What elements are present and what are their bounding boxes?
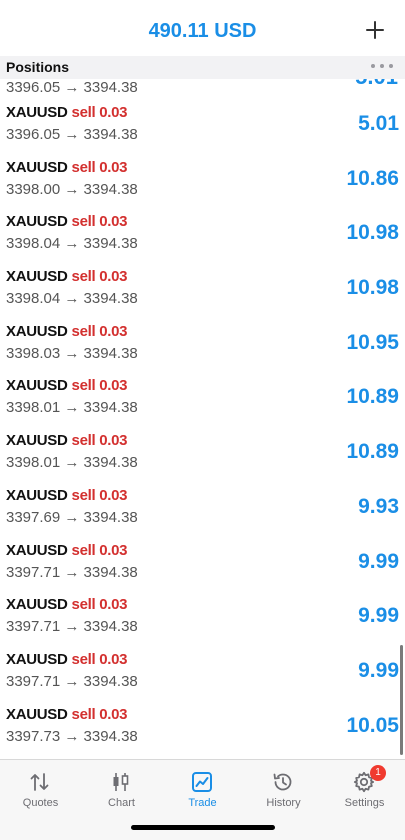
position-side-volume: sell 0.03 (71, 650, 128, 668)
position-profit: 10.89 (346, 440, 399, 464)
position-side-volume: sell 0.03 (71, 432, 128, 450)
position-symbol: XAUUSD (6, 377, 68, 395)
position-side-volume: sell 0.03 (71, 268, 128, 286)
list-item[interactable]: XAUUSD sell 0.03 3398.01 → 3394.38 10.89 (0, 427, 405, 482)
position-side-volume: sell 0.03 (71, 486, 128, 504)
position-profit: 10.98 (346, 276, 399, 300)
top-bar: 490.11 USD (0, 0, 405, 56)
position-symbol: XAUUSD (6, 705, 68, 723)
list-item[interactable]: XAUUSD sell 0.03 3397.69 → 3394.38 9.93 (0, 482, 405, 537)
open-current-price: 3398.04 → 3394.38 (6, 235, 138, 253)
open-current-price: 3397.73 → 3394.38 (6, 727, 138, 745)
position-profit: 10.95 (346, 330, 399, 354)
tab-label: History (266, 797, 301, 809)
notification-badge: 1 (370, 765, 386, 781)
list-item[interactable]: XAUUSD sell 0.03 3398.01 → 3394.38 10.89 (0, 372, 405, 427)
open-current-price: 3398.04 → 3394.38 (6, 290, 138, 308)
position-profit: 5.01 (355, 79, 398, 90)
position-symbol: XAUUSD (6, 486, 68, 504)
tab-label: Trade (188, 797, 217, 809)
position-symbol: XAUUSD (6, 213, 68, 231)
trade-screen: 490.11 USD Positions 3396.05 → 3394.38 5… (0, 0, 405, 840)
position-profit: 10.98 (346, 221, 399, 245)
open-current-price: 3396.05 → 3394.38 (6, 126, 138, 143)
list-item[interactable]: XAUUSD sell 0.03 3397.71 → 3394.38 9.99 (0, 537, 405, 592)
trade-chart-icon (192, 772, 212, 792)
position-side-volume: sell 0.03 (71, 377, 128, 395)
list-item[interactable]: XAUUSD sell 0.03 3397.73 → 3394.38 10.05 (0, 701, 405, 756)
account-balance: 490.11 USD (148, 20, 257, 42)
position-profit: 10.86 (346, 166, 399, 190)
tab-label: Chart (108, 797, 135, 809)
positions-section-header: Positions (0, 56, 405, 79)
quotes-arrows-icon (30, 773, 49, 791)
add-position-button[interactable] (363, 18, 387, 42)
position-side-volume: sell 0.03 (71, 541, 128, 559)
tab-quotes[interactable]: Quotes (0, 760, 81, 818)
list-item[interactable]: XAUUSD sell 0.03 3397.71 → 3394.38 9.99 (0, 646, 405, 701)
position-profit: 9.93 (358, 494, 399, 518)
open-current-price: 3398.01 → 3394.38 (6, 454, 138, 472)
open-current-price: 3397.71 → 3394.38 (6, 618, 138, 636)
tab-label: Settings (344, 797, 385, 809)
list-item[interactable]: XAUUSD sell 0.03 3398.04 → 3394.38 10.98 (0, 208, 405, 263)
position-side-volume: sell 0.03 (71, 705, 128, 723)
open-current-price: 3398.01 → 3394.38 (6, 399, 138, 417)
list-item[interactable]: 3396.05 → 3394.38 5.01 (0, 79, 405, 99)
history-clock-icon (273, 773, 292, 791)
scrollbar-thumb[interactable] (400, 645, 403, 755)
open-current-price: 3398.00 → 3394.38 (6, 180, 138, 198)
position-profit: 5.01 (358, 112, 399, 135)
position-profit: 9.99 (358, 549, 399, 573)
position-side-volume: sell 0.03 (71, 104, 128, 121)
list-item[interactable]: XAUUSD sell 0.03 3398.00 → 3394.38 10.86 (0, 154, 405, 209)
open-current-price: 3398.03 → 3394.38 (6, 344, 138, 362)
positions-list[interactable]: 3396.05 → 3394.38 5.01 XAUUSDsell 0.03 3… (0, 79, 405, 759)
open-current-price: 3397.71 → 3394.38 (6, 672, 138, 690)
position-symbol: XAUUSD (6, 541, 68, 559)
open-current-price: 3396.05 → 3394.38 (6, 79, 138, 96)
position-side-volume: sell 0.03 (71, 213, 128, 231)
home-indicator (131, 825, 275, 830)
position-side-volume: sell 0.03 (71, 158, 128, 176)
position-side-volume: sell 0.03 (71, 322, 128, 340)
position-symbol: XAUUSD (6, 596, 68, 614)
position-profit: 10.05 (346, 713, 399, 737)
position-symbol: XAUUSD (6, 650, 68, 668)
list-item[interactable]: XAUUSD sell 0.03 3398.03 → 3394.38 10.95 (0, 318, 405, 373)
position-profit: 9.99 (358, 658, 399, 682)
position-symbol: XAUUSD (6, 432, 68, 450)
position-profit: 9.99 (358, 604, 399, 628)
list-item[interactable]: XAUUSD sell 0.03 3397.71 → 3394.38 9.99 (0, 591, 405, 646)
tab-settings[interactable]: 1 Settings (324, 760, 405, 818)
open-current-price: 3397.69 → 3394.38 (6, 508, 138, 526)
position-profit: 10.89 (346, 385, 399, 409)
more-options-icon[interactable] (371, 62, 393, 70)
position-side-volume: sell 0.03 (71, 596, 128, 614)
tab-trade[interactable]: Trade (162, 760, 243, 818)
position-symbol: XAUUSD (6, 104, 68, 121)
tab-chart[interactable]: Chart (81, 760, 162, 818)
open-current-price: 3397.71 → 3394.38 (6, 563, 138, 581)
list-item[interactable]: XAUUSD sell 0.03 3396.05 → 3394.38 5.01 (0, 99, 405, 154)
position-symbol: XAUUSD (6, 322, 68, 340)
list-item[interactable]: XAUUSD sell 0.03 3398.04 → 3394.38 10.98 (0, 263, 405, 318)
position-symbol: XAUUSD (6, 158, 68, 176)
tab-label: Quotes (22, 797, 59, 809)
section-title: Positions (6, 59, 70, 75)
tab-history[interactable]: History (243, 760, 324, 818)
position-symbol: XAUUSD (6, 268, 68, 286)
candlestick-chart-icon (113, 773, 129, 791)
